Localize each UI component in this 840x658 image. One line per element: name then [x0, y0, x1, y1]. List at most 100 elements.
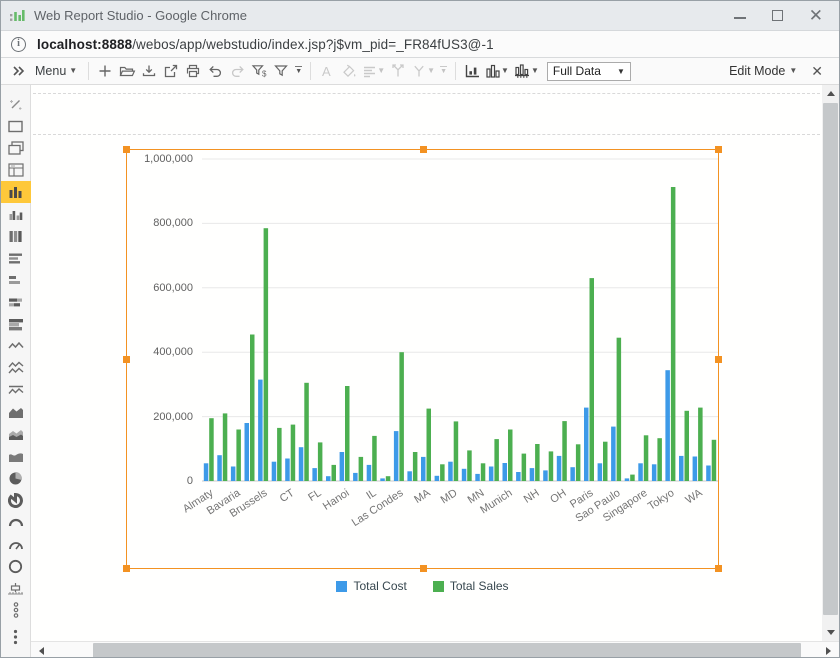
save-button[interactable] [138, 60, 160, 83]
filter-more-button[interactable]: ▼ [295, 66, 302, 76]
horizontal-scrollbar[interactable] [31, 641, 839, 658]
address-bar[interactable]: i localhost:8888/webos/app/webstudio/ind… [1, 31, 839, 58]
branch-icon [411, 63, 427, 79]
y-axis-tick-label: 0 [127, 475, 193, 487]
grouped-bar-chart-icon[interactable] [1, 203, 31, 225]
chart-axes-button[interactable] [461, 60, 483, 83]
data-mode-select[interactable]: Full Data ▼ [547, 62, 631, 81]
bar-axis-style-button[interactable]: ▼ [511, 60, 541, 83]
chart-selection-frame[interactable]: 1,000,000800,000600,000400,000200,0000Al… [126, 149, 719, 569]
report-canvas[interactable]: 1,000,000800,000600,000400,000200,0000Al… [31, 85, 822, 641]
swap-axes-button[interactable] [387, 60, 409, 83]
maximize-button[interactable] [772, 10, 783, 21]
filter-button[interactable] [270, 60, 292, 83]
more-tools-icon[interactable] [1, 626, 31, 648]
close-window-button[interactable]: ✕ [809, 9, 823, 23]
horizontal-bar-small-icon[interactable] [1, 269, 31, 291]
bar-axis-chart-icon [513, 63, 531, 79]
resize-handle-w[interactable] [123, 356, 130, 363]
bar-chart-icon[interactable] [1, 181, 31, 203]
save-import-icon [141, 63, 157, 79]
page-info-icon[interactable]: i [11, 37, 26, 52]
arc-chart-icon[interactable] [1, 511, 31, 533]
window-title: Web Report Studio - Google Chrome [34, 8, 734, 23]
svg-text:A: A [322, 64, 331, 79]
column-chart-icon[interactable] [1, 225, 31, 247]
plus-icon [97, 63, 113, 79]
horizontal-stacked-bar-icon[interactable] [1, 291, 31, 313]
fill-color-button[interactable] [338, 60, 360, 83]
donut-chart-icon[interactable] [1, 489, 31, 511]
bar-style-button[interactable]: ▼ [483, 60, 511, 83]
resize-handle-ne[interactable] [715, 146, 722, 153]
toolbar-separator [455, 62, 456, 80]
condition-filter-button[interactable]: $ [248, 60, 270, 83]
menu-label: Menu [35, 64, 66, 78]
smooth-area-chart-icon[interactable] [1, 445, 31, 467]
ring-chart-icon[interactable] [1, 555, 31, 577]
menu-button[interactable]: Menu▼ [29, 60, 83, 83]
edit-mode-button[interactable]: Edit Mode ▼ [719, 64, 807, 78]
toolbar-overflow-button[interactable] [7, 60, 29, 83]
window-frame-icon[interactable] [1, 115, 31, 137]
vertical-scrollbar[interactable] [822, 85, 839, 641]
panel-layout-icon[interactable] [1, 159, 31, 181]
resize-handle-sw[interactable] [123, 565, 130, 572]
redo-button[interactable] [226, 60, 248, 83]
redo-icon [229, 63, 246, 79]
font-format-button[interactable]: A [316, 60, 338, 83]
print-button[interactable] [182, 60, 204, 83]
line-bar-combo-icon[interactable] [1, 379, 31, 401]
close-report-button[interactable]: ✕ [807, 63, 833, 80]
band-separator [33, 134, 820, 135]
resize-handle-n[interactable] [420, 146, 427, 153]
open-button[interactable] [116, 60, 138, 83]
y-axis-tick-label: 400,000 [127, 346, 193, 358]
resize-handle-nw[interactable] [123, 146, 130, 153]
stock-chart-icon[interactable] [1, 577, 31, 599]
legend-swatch [433, 581, 444, 592]
app-window: Web Report Studio - Google Chrome ✕ i lo… [0, 0, 840, 658]
printer-icon [185, 63, 201, 79]
area-chart-icon[interactable] [1, 401, 31, 423]
scroll-down-button[interactable] [822, 624, 839, 641]
pie-chart-icon[interactable] [1, 467, 31, 489]
url-text[interactable]: localhost:8888/webos/app/webstudio/index… [37, 37, 494, 52]
horizontal-scroll-thumb[interactable] [93, 643, 801, 658]
stacked-area-chart-icon[interactable] [1, 423, 31, 445]
overlapping-windows-icon[interactable] [1, 137, 31, 159]
scroll-up-button[interactable] [822, 85, 839, 102]
scroll-left-button[interactable] [33, 642, 50, 658]
multi-line-chart-icon[interactable] [1, 357, 31, 379]
align-button[interactable]: ▼ [360, 60, 387, 83]
export-button[interactable] [160, 60, 182, 83]
line-chart-icon[interactable] [1, 335, 31, 357]
vertical-scroll-thumb[interactable] [823, 103, 838, 615]
legend-label: Total Sales [450, 579, 509, 593]
resize-handle-e[interactable] [715, 356, 722, 363]
component-palette [1, 85, 31, 658]
chart-plot[interactable]: 1,000,000800,000600,000400,000200,0000Al… [127, 150, 720, 570]
url-host: localhost:8888 [37, 37, 132, 52]
gauge-chart-icon[interactable] [1, 533, 31, 555]
swap-axes-icon [390, 63, 406, 79]
resize-handle-s[interactable] [420, 565, 427, 572]
minimize-button[interactable] [734, 12, 746, 19]
scatter-chart-icon[interactable] [1, 599, 31, 621]
export-arrow-icon [163, 63, 179, 79]
undo-button[interactable] [204, 60, 226, 83]
branch-button[interactable]: ▼ [409, 60, 437, 83]
legend-item: Total Sales [433, 579, 509, 593]
app-favicon-icon [9, 8, 25, 24]
toolbar-separator [310, 62, 311, 80]
stacked-bar-chart-icon[interactable] [1, 313, 31, 335]
chevrons-right-icon [11, 65, 25, 77]
filter-icon [273, 63, 289, 79]
chart-legend: Total CostTotal Sales [126, 579, 719, 593]
magic-wand-icon[interactable] [1, 93, 31, 115]
scroll-right-button[interactable] [820, 642, 837, 658]
resize-handle-se[interactable] [715, 565, 722, 572]
horizontal-bar-chart-icon[interactable] [1, 247, 31, 269]
format-more-button[interactable]: ▼ [440, 66, 447, 76]
new-button[interactable] [94, 60, 116, 83]
